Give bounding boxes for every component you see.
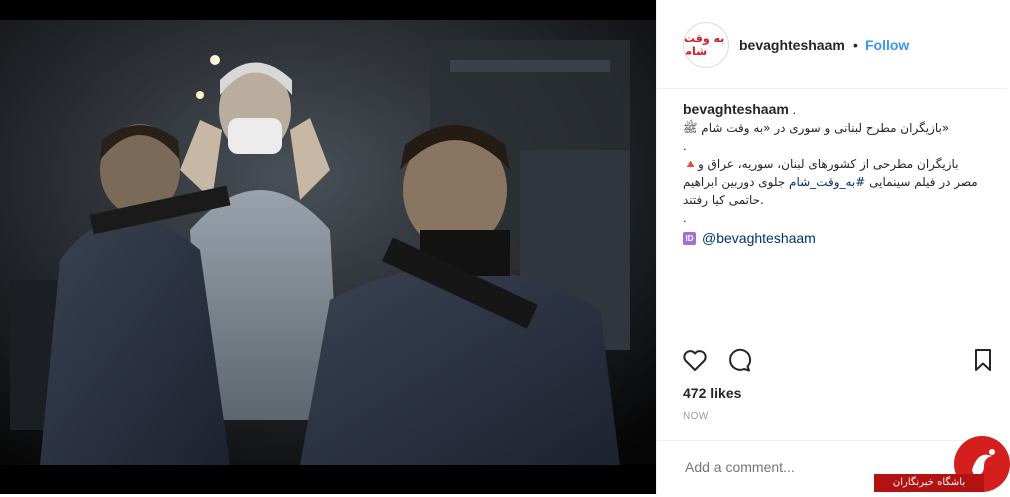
likes-count[interactable]: 472 likes xyxy=(683,385,741,401)
bookmark-icon[interactable] xyxy=(969,346,997,374)
mention-row: ID @bevaghteshaam xyxy=(683,229,993,247)
comment-icon[interactable] xyxy=(725,346,753,374)
username[interactable]: bevaghteshaam xyxy=(739,37,845,53)
caption-line-3: بازیگران مطرحی از کشورهای لبنان، سوریه، … xyxy=(683,157,959,171)
caption-username[interactable]: bevaghteshaam xyxy=(683,101,789,117)
avatar-logo-text: به وقت شام xyxy=(684,32,725,58)
caption-line-1: «بازیگران مطرح لبنانی و سوری در «به وقت … xyxy=(683,121,950,135)
photo-illustration xyxy=(0,0,656,494)
post-caption: bevaghteshaam . «بازیگران مطرح لبنانی و … xyxy=(683,100,993,247)
post-photo[interactable] xyxy=(0,0,656,494)
post-header: به وقت شام bevaghteshaam • Follow xyxy=(657,0,1007,89)
separator-dot: • xyxy=(853,37,858,53)
caption-username-suffix: . xyxy=(788,102,797,117)
action-bar xyxy=(657,340,1007,380)
caption-line-4-prefix: مصر در فیلم سینمایی xyxy=(865,175,978,189)
caption-line-4: مصر در فیلم سینمایی #به_وقت_شام جلوی دور… xyxy=(683,173,993,191)
caption-line-5: .حاتمی کیا رفتند xyxy=(683,193,764,207)
caption-line-2: . xyxy=(683,138,687,153)
post-frame: به وقت شام bevaghteshaam • Follow bevagh… xyxy=(0,0,1007,494)
heart-icon[interactable] xyxy=(681,346,709,374)
caption-header: bevaghteshaam . xyxy=(683,100,993,119)
post-side-panel: به وقت شام bevaghteshaam • Follow bevagh… xyxy=(656,0,1007,494)
watermark-banner: باشگاه خبرنگاران xyxy=(874,474,984,492)
id-badge-icon: ID xyxy=(683,231,696,245)
avatar[interactable]: به وقت شام xyxy=(683,22,729,68)
post-timestamp: NOW xyxy=(683,411,709,422)
mention-link[interactable]: @bevaghteshaam xyxy=(702,229,816,247)
caption-line-4-suffix: جلوی دوربین ابراهیم xyxy=(683,175,790,189)
follow-button[interactable]: Follow xyxy=(865,37,909,53)
caption-line-6: . xyxy=(683,210,687,225)
hashtag-link[interactable]: #به_وقت_شام xyxy=(789,175,865,189)
